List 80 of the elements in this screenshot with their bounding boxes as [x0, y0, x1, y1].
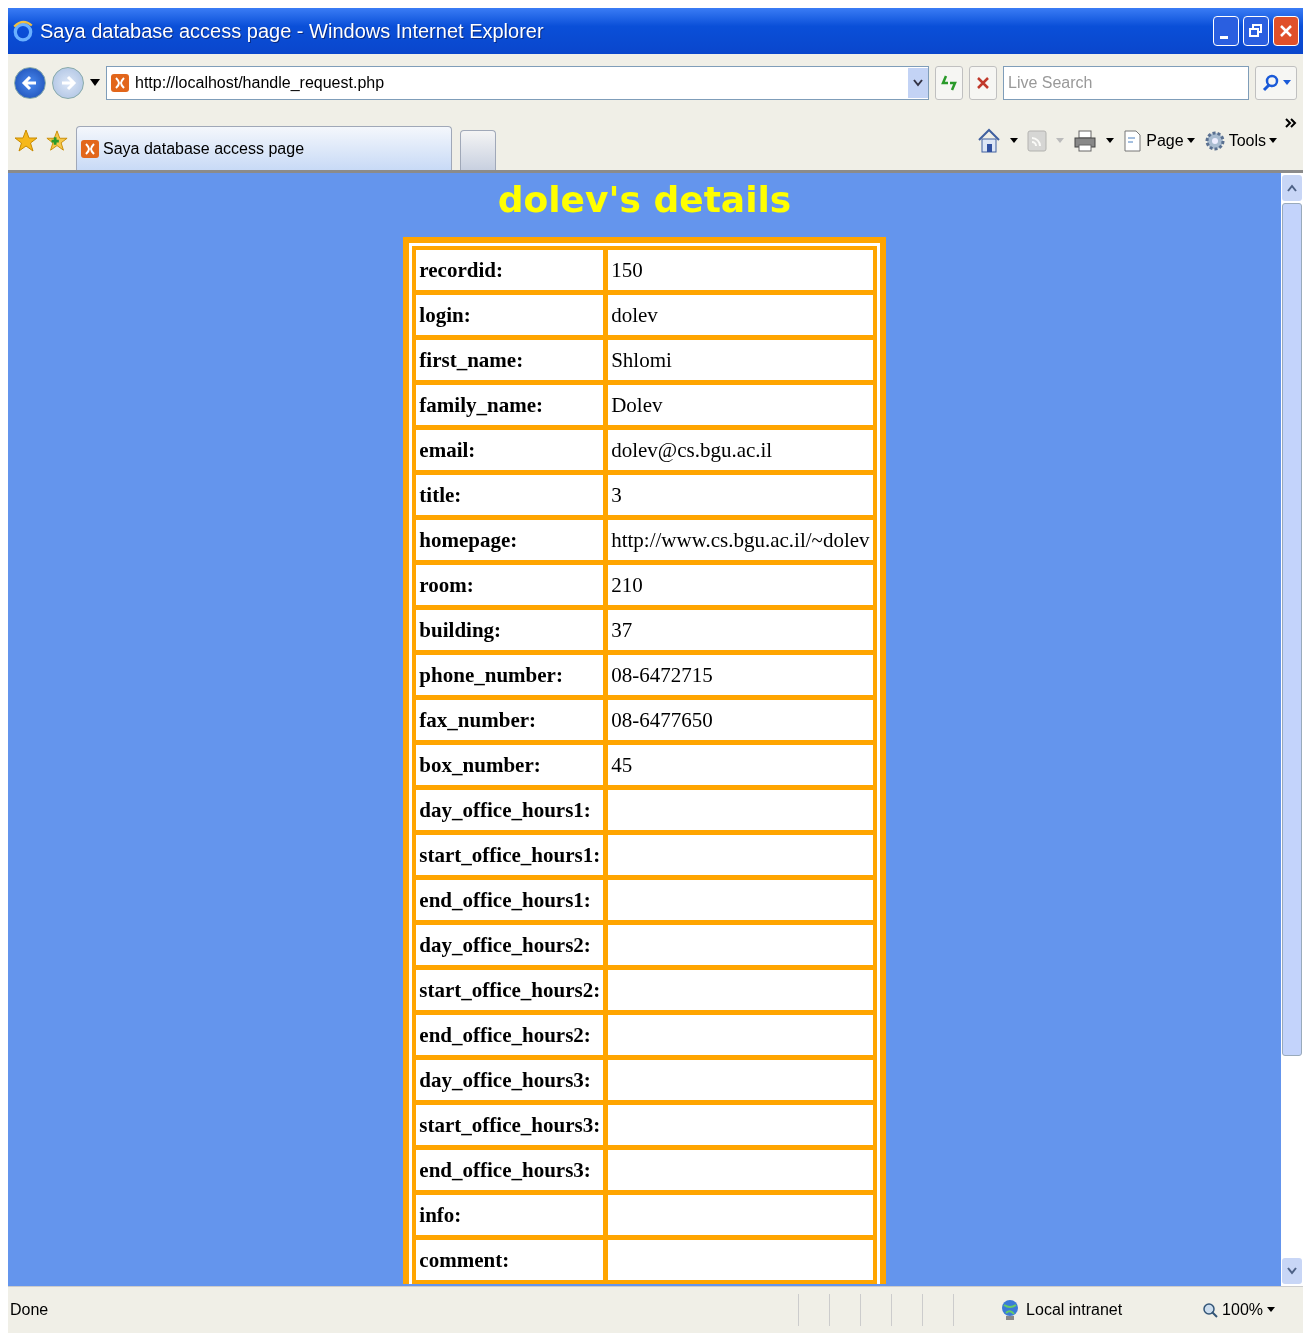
star-icon[interactable]: [14, 129, 38, 153]
field-label: end_office_hours3:: [415, 1149, 605, 1191]
field-label: start_office_hours2:: [415, 969, 605, 1011]
field-label: fax_number:: [415, 699, 605, 741]
command-menu[interactable]: Page: [1123, 130, 1195, 152]
field-label: day_office_hours2:: [415, 924, 605, 966]
zone-text: Local intranet: [1026, 1301, 1124, 1319]
field-label: phone_number:: [415, 654, 605, 696]
field-label: day_office_hours3:: [415, 1059, 605, 1101]
field-label: first_name:: [415, 339, 605, 381]
site-icon: [81, 139, 99, 158]
field-label: homepage:: [415, 519, 605, 561]
field-label: login:: [415, 294, 605, 336]
caret-icon: [1267, 1307, 1275, 1313]
status-text: Done: [10, 1301, 50, 1319]
field-label: title:: [415, 474, 605, 516]
field-label: info:: [415, 1194, 605, 1236]
page-icon: [1123, 130, 1144, 152]
field-label: recordid:: [415, 249, 605, 291]
restore-icon: [1249, 24, 1263, 38]
restore-button[interactable]: [1243, 16, 1269, 46]
search-button[interactable]: [1255, 66, 1297, 100]
field-label: box_number:: [415, 744, 605, 786]
refresh-icon: [940, 74, 958, 92]
field-value: 3: [607, 474, 874, 516]
field-value: Shlomi: [607, 339, 874, 381]
tab-label: Saya database access page: [103, 139, 305, 158]
gear-icon: [1203, 130, 1226, 152]
back-button[interactable]: [14, 67, 46, 99]
add-favorite-icon[interactable]: [46, 130, 68, 152]
globe-icon: [1000, 1299, 1021, 1321]
caret-icon[interactable]: [1106, 138, 1115, 144]
field-value: 45: [607, 744, 874, 786]
field-label: day_office_hours1:: [415, 789, 605, 831]
field-label: start_office_hours3:: [415, 1104, 605, 1146]
minimize-button[interactable]: [1213, 16, 1239, 46]
field-value: dolev@cs.bgu.ac.il: [607, 429, 874, 471]
caret-icon[interactable]: [908, 68, 928, 98]
refresh-button[interactable]: [935, 66, 963, 100]
dropdown-caret-icon[interactable]: [90, 79, 100, 87]
field-value: Dolev: [607, 384, 874, 426]
browser-logo-icon: [12, 20, 34, 42]
search-icon: [1261, 74, 1280, 92]
field-value: 08-6477650: [607, 699, 874, 741]
search-field[interactable]: Live Search: [1003, 66, 1249, 100]
minimize-icon: [1220, 35, 1228, 39]
site-icon: [111, 74, 129, 92]
browser-tab[interactable]: Saya database access page: [76, 126, 452, 170]
address-field[interactable]: http://localhost/handle_request.php: [106, 66, 929, 100]
close-icon: [1279, 24, 1293, 38]
stop-button[interactable]: [969, 66, 997, 100]
field-value: 150: [607, 249, 874, 291]
page-heading: dolev's details: [497, 178, 792, 222]
field-label: end_office_hours2:: [415, 1014, 605, 1056]
caret-icon[interactable]: [1010, 138, 1019, 144]
field-label: email:: [415, 429, 605, 471]
field-label: room:: [415, 564, 605, 606]
zoom-icon: [1202, 1302, 1219, 1318]
scrollbar[interactable]: [1281, 173, 1303, 1286]
field-value: dolev: [607, 294, 874, 336]
field-label: comment:: [415, 1239, 605, 1281]
command-menu[interactable]: Tools: [1203, 130, 1277, 152]
field-value: 37: [607, 609, 874, 651]
caret-icon: [1186, 138, 1195, 144]
zoom-button[interactable]: 100%: [1202, 1301, 1275, 1319]
home-icon[interactable]: [977, 128, 1002, 154]
field-label: end_office_hours1:: [415, 879, 605, 921]
caret-icon: [1269, 138, 1277, 144]
window-title: Saya database access page - Windows Internet Explorer: [40, 19, 544, 43]
close-icon: [976, 76, 990, 90]
close-button[interactable]: [1273, 16, 1299, 46]
more-chevron-icon[interactable]: [1285, 118, 1297, 128]
field-value: 08-6472715: [607, 654, 874, 696]
printer-icon[interactable]: [1073, 130, 1098, 152]
field-value: 210: [607, 564, 874, 606]
field-label: start_office_hours1:: [415, 834, 605, 876]
caret-icon: [1282, 80, 1291, 86]
field-label: family_name:: [415, 384, 605, 426]
field-label: building:: [415, 609, 605, 651]
field-value: http://www.cs.bgu.ac.il/~dolev: [607, 519, 874, 561]
